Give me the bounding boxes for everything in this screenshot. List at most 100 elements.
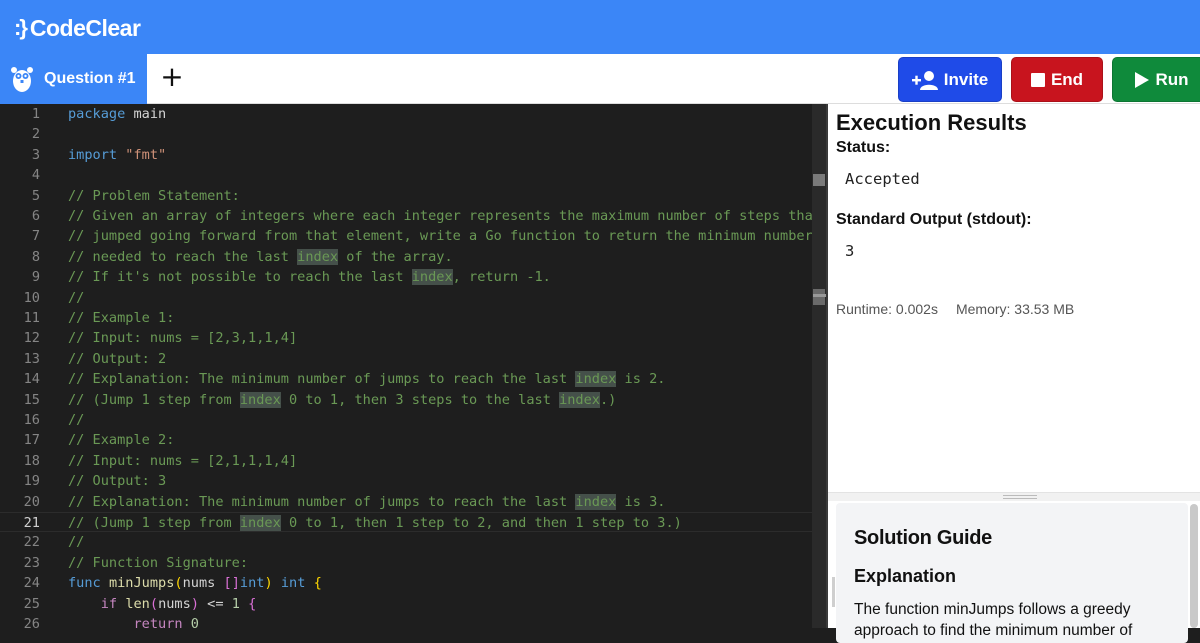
line-number: 20 bbox=[23, 493, 40, 510]
guide-text: The function minJumps follows a greedy a… bbox=[854, 601, 1133, 639]
editor-scroll-marker-line bbox=[813, 294, 827, 297]
code-token: if bbox=[100, 595, 118, 612]
code-token: // needed to reach the last bbox=[68, 248, 298, 265]
line-number: 16 bbox=[23, 412, 40, 428]
code-token: 1 bbox=[231, 595, 240, 612]
memory-stat: Memory: 33.53 MB bbox=[955, 301, 1075, 317]
end-button[interactable]: End bbox=[1011, 57, 1103, 102]
code-line[interactable]: 12 // Input: nums = [2,3,1,1,4] bbox=[0, 328, 812, 348]
editor-scroll-thumb[interactable] bbox=[813, 174, 825, 186]
code-line[interactable]: 18 // Input: nums = [2,1,1,1,4] bbox=[0, 451, 812, 471]
tab-question-1[interactable]: Question #1 bbox=[0, 54, 147, 104]
add-tab-button[interactable]: + bbox=[158, 63, 186, 93]
code-line[interactable]: 10 // bbox=[0, 288, 812, 308]
code-line[interactable]: 6 // Given an array of integers where eac… bbox=[0, 206, 821, 226]
code-token: import bbox=[68, 146, 118, 163]
code-line[interactable]: 26 return 0 bbox=[0, 614, 812, 628]
line-number: 13 bbox=[23, 350, 40, 367]
code-text: func minJumps(nums []int) int { bbox=[68, 573, 322, 593]
code-editor[interactable]: 26 return 0 25 if len(nums) <= 1 {24 func … bbox=[0, 104, 828, 628]
code-token: // bbox=[68, 412, 85, 428]
line-number: 26 bbox=[23, 616, 40, 628]
code-line[interactable]: 23 // Function Signature: bbox=[0, 553, 812, 573]
code-text: import "fmt" bbox=[68, 145, 166, 165]
gopher-icon bbox=[10, 65, 34, 93]
line-number: 25 bbox=[23, 595, 40, 612]
status-label: Status: bbox=[836, 139, 891, 156]
code-line[interactable]: 21 // (Jump 1 step from index 0 to 1, the… bbox=[0, 512, 812, 533]
line-number: 18 bbox=[23, 452, 40, 469]
code-line[interactable]: 13 // Output: 2 bbox=[0, 349, 812, 369]
code-token: nums bbox=[158, 595, 191, 612]
line-number: 24 bbox=[23, 575, 40, 592]
code-line[interactable]: 1 package main bbox=[0, 104, 812, 124]
line-number: 15 bbox=[23, 391, 40, 408]
line-number: 12 bbox=[23, 330, 40, 347]
invite-label: Invite bbox=[943, 69, 989, 89]
code-token: of the array. bbox=[338, 248, 453, 265]
panel-splitter[interactable] bbox=[828, 492, 1200, 501]
line-number: 2 bbox=[31, 126, 40, 143]
code-token: "fmt" bbox=[125, 146, 167, 163]
code-text: // bbox=[68, 288, 84, 308]
run-button[interactable]: Run bbox=[1112, 57, 1200, 102]
code-text: // Output: 3 bbox=[68, 471, 166, 491]
code-token: minJumps bbox=[108, 575, 175, 592]
code-line[interactable]: 19 // Output: 3 bbox=[0, 471, 812, 491]
code-line[interactable]: 2 bbox=[0, 124, 812, 144]
line-number: 4 bbox=[31, 167, 40, 184]
code-token: // Example 1: bbox=[68, 310, 175, 326]
app-name: CodeClear bbox=[29, 14, 141, 41]
code-token: // Problem Statement: bbox=[68, 187, 240, 204]
code-token: { bbox=[313, 575, 322, 592]
code-line[interactable]: 4 bbox=[0, 165, 812, 185]
code-token: , return -1. bbox=[452, 269, 551, 286]
code-line[interactable]: 22 // bbox=[0, 532, 812, 552]
solution-guide-card: Solution Guide Explanation The function … bbox=[836, 503, 1188, 643]
splitter-grip-icon[interactable] bbox=[1003, 495, 1037, 499]
tab-label: Question #1 bbox=[44, 70, 136, 87]
invite-button[interactable]: Invite bbox=[898, 57, 1002, 102]
run-stats: Runtime: 0.002s Memory: 33.53 MB bbox=[836, 301, 1074, 317]
code-line[interactable]: 7 // jumped going forward from that eleme… bbox=[0, 226, 828, 246]
code-line[interactable]: 16 // bbox=[0, 410, 812, 430]
code-token: // Output: 3 bbox=[68, 473, 167, 490]
code-line[interactable]: 15 // (Jump 1 step from index 0 to 1, the… bbox=[0, 390, 812, 410]
run-label: Run bbox=[1155, 69, 1189, 89]
line-number: 6 bbox=[31, 208, 40, 224]
guide-resize-handle[interactable] bbox=[832, 577, 835, 607]
stdout-label: Standard Output (stdout): bbox=[836, 211, 1032, 228]
app-header: :} CodeClear bbox=[0, 0, 1200, 54]
code-line[interactable]: 11 // Example 1: bbox=[0, 308, 812, 328]
code-line[interactable]: 3 import "fmt" bbox=[0, 145, 812, 165]
code-line[interactable]: 5 // Problem Statement: bbox=[0, 186, 812, 206]
code-line[interactable]: 20 // Explanation: The minimum number of … bbox=[0, 492, 812, 512]
line-number: 8 bbox=[31, 248, 40, 265]
code-token: .) bbox=[599, 391, 617, 408]
code-line[interactable]: 14 // Explanation: The minimum number of … bbox=[0, 369, 812, 389]
code-token: is 2. bbox=[616, 371, 666, 388]
code-line[interactable]: 25 if len(nums) <= 1 { bbox=[0, 594, 812, 614]
app-logo[interactable]: :} CodeClear bbox=[14, 13, 141, 43]
status-value: Accepted bbox=[845, 170, 920, 188]
code-token: // jumped going forward from that elemen… bbox=[68, 228, 828, 245]
solution-guide-panel: Solution Guide Explanation The function … bbox=[828, 501, 1200, 643]
code-token: // bbox=[68, 534, 85, 551]
code-token: func bbox=[68, 575, 101, 592]
logo-mark: :} bbox=[14, 15, 28, 40]
code-line[interactable]: 24 func minJumps(nums []int) int { bbox=[0, 573, 812, 593]
code-token: return bbox=[133, 616, 183, 628]
code-line[interactable]: 17 // Example 2: bbox=[0, 430, 812, 450]
code-text: package main bbox=[68, 104, 166, 124]
guide-scrollbar[interactable] bbox=[1190, 504, 1198, 628]
code-text: // Output: 2 bbox=[68, 349, 166, 369]
code-token: // Given an array of integers where each… bbox=[68, 208, 821, 224]
code-line[interactable]: 9 // If it's not possible to reach the la… bbox=[0, 267, 812, 287]
code-line[interactable]: 8 // needed to reach the last index of th… bbox=[0, 247, 812, 267]
line-number: 1 bbox=[31, 106, 40, 122]
